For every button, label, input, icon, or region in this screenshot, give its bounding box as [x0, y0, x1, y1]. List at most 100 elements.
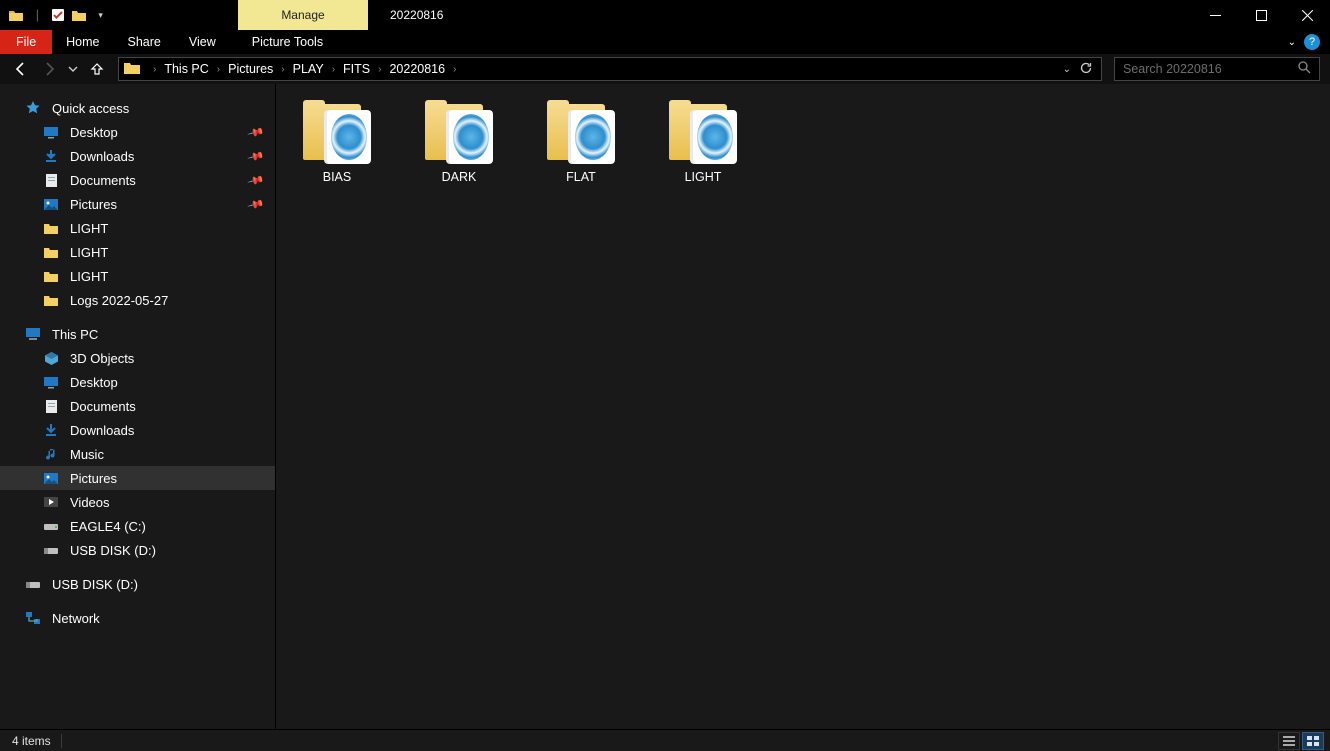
folder-item[interactable]: FLAT [540, 100, 622, 184]
chevron-right-icon[interactable]: › [275, 64, 290, 75]
sidebar-item-folder[interactable]: LIGHT [0, 240, 275, 264]
breadcrumb[interactable]: Pictures [226, 62, 275, 76]
chevron-right-icon[interactable]: › [147, 64, 162, 75]
sidebar-item-music[interactable]: Music [0, 442, 275, 466]
sidebar-item-label: Logs 2022-05-27 [70, 293, 168, 308]
pictures-icon [42, 470, 60, 486]
refresh-icon[interactable] [1079, 61, 1093, 78]
details-view-button[interactable] [1278, 732, 1300, 750]
up-button[interactable] [86, 58, 108, 80]
forward-button[interactable] [38, 58, 60, 80]
sidebar-network[interactable]: Network [0, 606, 275, 630]
file-tab[interactable]: File [0, 30, 52, 54]
sidebar-item-documents[interactable]: Documents [0, 394, 275, 418]
share-tab[interactable]: Share [114, 30, 175, 54]
view-tab[interactable]: View [175, 30, 230, 54]
folder-icon [669, 100, 737, 162]
address-dropdown-icon[interactable]: ⌄ [1063, 64, 1071, 75]
back-button[interactable] [10, 58, 32, 80]
documents-icon [42, 172, 60, 188]
ribbon-expand-icon[interactable]: ⌄ [1288, 37, 1296, 48]
address-bar[interactable]: › This PC › Pictures › PLAY › FITS › 202… [118, 57, 1102, 81]
new-folder-icon[interactable] [71, 7, 87, 23]
sidebar-item-drive-c[interactable]: EAGLE4 (C:) [0, 514, 275, 538]
sidebar-item-label: Downloads [70, 423, 134, 438]
sidebar-item-3d-objects[interactable]: 3D Objects [0, 346, 275, 370]
sidebar-item-pictures[interactable]: Pictures 📌 [0, 192, 275, 216]
maximize-button[interactable] [1238, 0, 1284, 30]
folder-label: FLAT [566, 170, 596, 184]
folder-icon [547, 100, 615, 162]
title-bar: | ▾ Manage 20220816 [0, 0, 1330, 30]
minimize-button[interactable] [1192, 0, 1238, 30]
close-button[interactable] [1284, 0, 1330, 30]
computer-icon [24, 326, 42, 342]
sidebar-item-label: Pictures [70, 471, 117, 486]
drive-icon [42, 518, 60, 534]
share-tab-label: Share [128, 35, 161, 49]
contextual-tab[interactable]: Manage [238, 0, 368, 30]
folder-item[interactable]: LIGHT [662, 100, 744, 184]
chevron-right-icon[interactable]: › [372, 64, 387, 75]
navigation-bar: › This PC › Pictures › PLAY › FITS › 202… [0, 54, 1330, 84]
downloads-icon [42, 422, 60, 438]
desktop-icon [42, 374, 60, 390]
search-icon[interactable] [1298, 61, 1311, 77]
sidebar-item-label: USB DISK (D:) [52, 577, 138, 592]
home-tab[interactable]: Home [52, 30, 113, 54]
documents-icon [42, 398, 60, 414]
sidebar-item-label: USB DISK (D:) [70, 543, 156, 558]
sidebar-item-folder[interactable]: LIGHT [0, 264, 275, 288]
sidebar-item-videos[interactable]: Videos [0, 490, 275, 514]
sidebar-item-folder[interactable]: LIGHT [0, 216, 275, 240]
chevron-right-icon[interactable]: › [211, 64, 226, 75]
breadcrumb[interactable]: PLAY [291, 62, 326, 76]
status-count: 4 items [12, 734, 51, 748]
sidebar-item-label: LIGHT [70, 269, 108, 284]
pin-icon: 📌 [247, 147, 265, 165]
chevron-right-icon[interactable]: › [326, 64, 341, 75]
file-list[interactable]: BIAS DARK FLAT LIGHT [276, 84, 1330, 729]
breadcrumb[interactable]: 20220816 [387, 62, 447, 76]
sidebar-item-downloads[interactable]: Downloads 📌 [0, 144, 275, 168]
search-input[interactable] [1123, 62, 1298, 76]
folder-icon [8, 7, 24, 23]
qat-dropdown-icon[interactable]: ▾ [93, 7, 108, 23]
sidebar-item-desktop[interactable]: Desktop [0, 370, 275, 394]
sidebar-item-label: Pictures [70, 197, 117, 212]
properties-icon[interactable] [51, 7, 66, 23]
status-separator [61, 734, 62, 748]
sidebar-item-label: Videos [70, 495, 110, 510]
folder-item[interactable]: BIAS [296, 100, 378, 184]
breadcrumb[interactable]: FITS [341, 62, 372, 76]
sidebar-item-usb-d[interactable]: USB DISK (D:) [0, 538, 275, 562]
folder-item[interactable]: DARK [418, 100, 500, 184]
help-icon[interactable]: ? [1304, 34, 1320, 50]
recent-locations-button[interactable] [66, 58, 80, 80]
pin-icon: 📌 [247, 195, 265, 213]
pin-icon: 📌 [247, 171, 265, 189]
sidebar-this-pc[interactable]: This PC [0, 322, 275, 346]
sidebar-item-documents[interactable]: Documents 📌 [0, 168, 275, 192]
pictures-icon [42, 196, 60, 212]
search-box[interactable] [1114, 57, 1320, 81]
sidebar-item-usb-d[interactable]: USB DISK (D:) [0, 572, 275, 596]
sidebar-item-desktop[interactable]: Desktop 📌 [0, 120, 275, 144]
chevron-right-icon[interactable]: › [447, 64, 462, 75]
window-title: 20220816 [368, 0, 443, 30]
sidebar-item-folder[interactable]: Logs 2022-05-27 [0, 288, 275, 312]
network-icon [24, 610, 42, 626]
downloads-icon [42, 148, 60, 164]
pin-icon: 📌 [247, 123, 265, 141]
navigation-pane[interactable]: Quick access Desktop 📌 Downloads 📌 Docum… [0, 84, 276, 729]
sidebar-item-label: LIGHT [70, 245, 108, 260]
sidebar-item-downloads[interactable]: Downloads [0, 418, 275, 442]
picture-tools-tab[interactable]: Picture Tools [238, 30, 337, 54]
sidebar-quick-access[interactable]: Quick access [0, 96, 275, 120]
sidebar-item-label: This PC [52, 327, 98, 342]
music-icon [42, 446, 60, 462]
sidebar-item-pictures[interactable]: Pictures [0, 466, 275, 490]
sidebar-item-label: 3D Objects [70, 351, 134, 366]
breadcrumb[interactable]: This PC [162, 62, 210, 76]
large-icons-view-button[interactable] [1302, 732, 1324, 750]
